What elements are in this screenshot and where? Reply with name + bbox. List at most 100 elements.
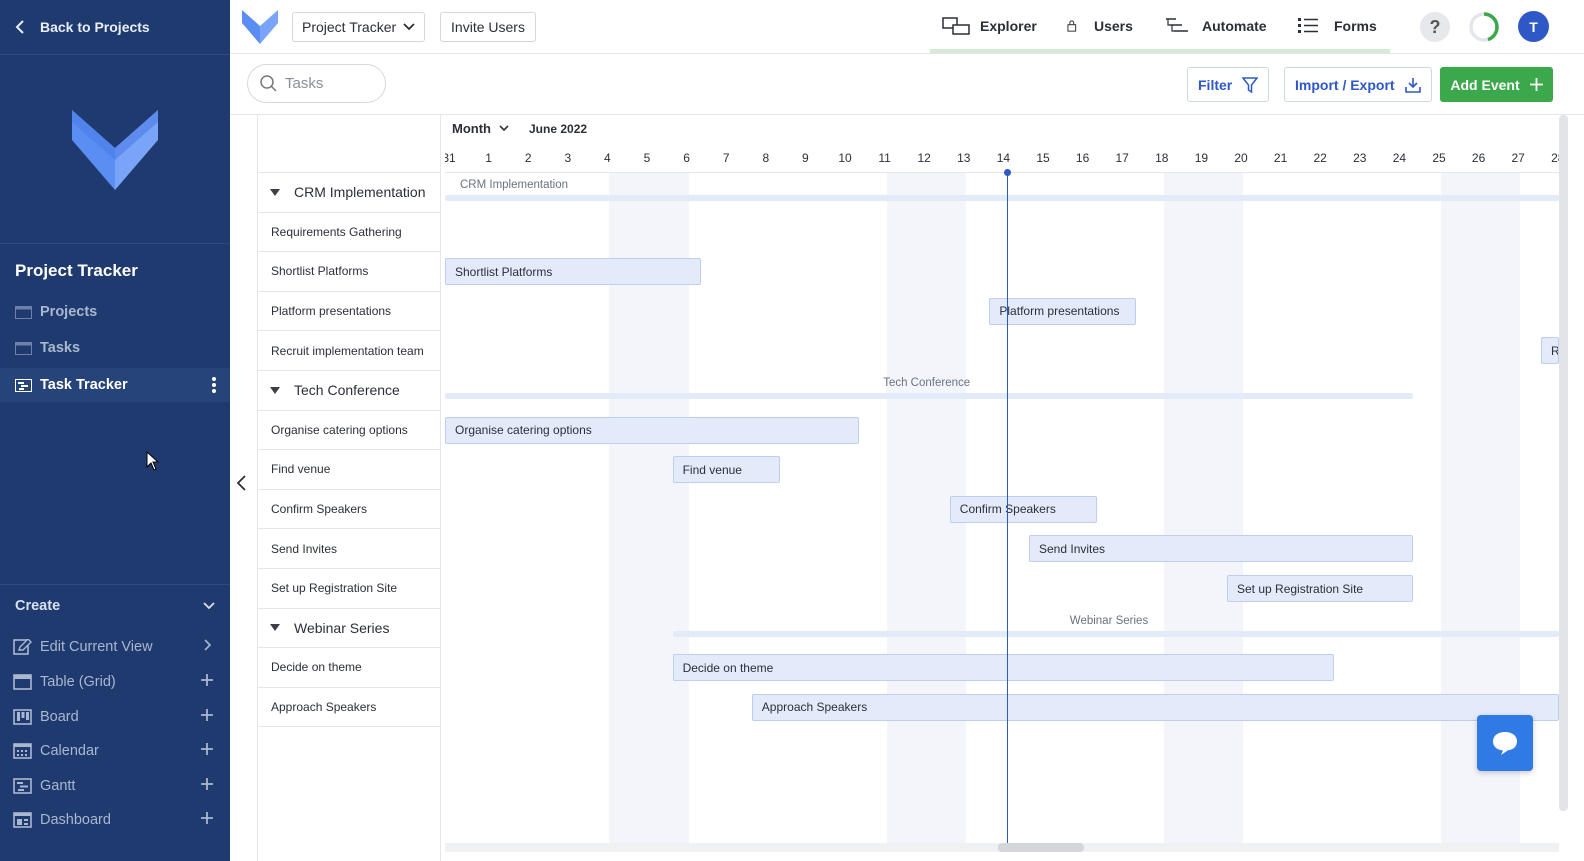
lock-icon (1067, 20, 1077, 32)
search-box[interactable] (247, 64, 386, 103)
search-icon (260, 75, 277, 92)
import-export-button[interactable]: Import / Export (1284, 67, 1432, 102)
task-row[interactable]: Platform presentations (258, 292, 440, 332)
task-row[interactable]: Recruit implementation team (258, 331, 440, 371)
app-logo (72, 110, 158, 190)
day-tick: 24 (1392, 151, 1407, 165)
task-bar-label: Shortlist Platforms (455, 264, 553, 279)
group-label: Webinar Series (294, 619, 390, 636)
plus-icon[interactable] (200, 811, 214, 825)
task-bar-send-invites[interactable]: Send Invites (1029, 535, 1414, 563)
filter-button[interactable]: Filter (1187, 67, 1270, 102)
horizontal-scrollbar[interactable] (445, 843, 1559, 852)
search-input[interactable] (285, 75, 375, 92)
group-span-bar[interactable] (445, 195, 1559, 201)
plus-icon (1529, 78, 1543, 91)
plus-icon[interactable] (200, 673, 214, 687)
create-board[interactable]: Board (0, 700, 230, 734)
nav-forms[interactable]: Forms (1296, 14, 1377, 38)
sidebar-item-projects[interactable]: Projects (0, 295, 230, 329)
project-select[interactable]: Project Tracker (292, 12, 425, 42)
gantt-icon (13, 778, 32, 794)
day-tick: 14 (996, 151, 1011, 165)
create-dashboard[interactable]: Dashboard (0, 803, 230, 837)
task-row[interactable]: Organise catering options (258, 411, 440, 451)
task-row[interactable]: Confirm Speakers (258, 490, 440, 530)
task-bar-approach-speakers[interactable]: Approach Speakers (751, 693, 1559, 721)
invite-users-button[interactable]: Invite Users (440, 12, 536, 42)
nav-underline (930, 49, 1390, 53)
group-row[interactable]: Tech Conference (258, 371, 440, 411)
group-span-bar[interactable] (672, 630, 1559, 637)
task-bar-organise-catering-options[interactable]: Organise catering options (445, 416, 859, 444)
task-bar-find-venue[interactable]: Find venue (672, 456, 780, 484)
task-bar-shortlist-platforms[interactable]: Shortlist Platforms (445, 258, 701, 286)
group-span-label: Webinar Series (1069, 614, 1149, 627)
task-row[interactable]: Set up Registration Site (258, 569, 440, 609)
scrollbar-thumb[interactable] (998, 843, 1084, 852)
sidebar-item-tasks[interactable]: Tasks (0, 331, 230, 365)
collapse-triangle-icon[interactable] (270, 624, 280, 632)
mouse-cursor-icon (146, 451, 160, 471)
view-mode-label: Month (452, 121, 491, 136)
task-row[interactable]: Approach Speakers (258, 688, 440, 728)
collapse-sidebar-chevron-icon[interactable] (234, 474, 250, 492)
create-item-label: Dashboard (40, 812, 111, 828)
help-button[interactable]: ? (1420, 12, 1450, 42)
task-row[interactable]: Requirements Gathering (258, 213, 440, 253)
app-logo[interactable] (242, 10, 278, 44)
back-to-projects-link[interactable]: Back to Projects (14, 14, 150, 40)
gantt-timeline-header: Month June 2022 31 1 2 3 4 5 6 7 8 9 10 11 12 13 14 15 1… (445, 115, 1559, 173)
user-avatar[interactable]: T (1518, 11, 1549, 42)
day-tick: 12 (917, 151, 931, 165)
progress-ring-icon (1469, 12, 1499, 42)
chat-button[interactable] (1477, 715, 1533, 771)
task-row[interactable]: Find venue (258, 450, 440, 490)
back-label: Back to Projects (40, 19, 150, 35)
day-tick: 8 (762, 151, 770, 165)
create-gantt[interactable]: Gantt (0, 769, 230, 803)
group-row[interactable]: Webinar Series (258, 609, 440, 649)
task-bar-decide-on-theme[interactable]: Decide on theme (672, 654, 1335, 682)
chevron-down-icon (403, 23, 415, 31)
task-bar-platform-presentations[interactable]: Platform presentations (989, 297, 1137, 325)
nav-explorer[interactable]: Explorer (942, 14, 1037, 38)
day-tick: 28 (1551, 151, 1559, 165)
vertical-scrollbar[interactable] (1559, 115, 1568, 811)
group-label: CRM Implementation (294, 184, 426, 201)
task-row[interactable]: Send Invites (258, 529, 440, 569)
plus-icon[interactable] (200, 708, 214, 722)
create-section-toggle[interactable]: Create (15, 598, 215, 614)
create-item-label: Board (40, 709, 79, 725)
task-row[interactable]: Shortlist Platforms (258, 252, 440, 292)
task-row[interactable]: Decide on theme (258, 648, 440, 688)
sidebar-item-label: Task Tracker (40, 377, 128, 393)
group-row[interactable]: CRM Implementation (258, 173, 440, 213)
task-bar-r[interactable]: R (1541, 337, 1559, 365)
task-bar-confirm-speakers[interactable]: Confirm Speakers (949, 495, 1097, 523)
day-tick: 17 (1115, 151, 1129, 165)
plus-icon[interactable] (200, 777, 214, 791)
task-bar-set-up-registration-site[interactable]: Set up Registration Site (1227, 575, 1414, 602)
task-label: Recruit implementation team (271, 343, 424, 358)
day-tick: 26 (1471, 151, 1486, 165)
create-table-grid[interactable]: Table (Grid) (0, 665, 230, 699)
create-item-label: Gantt (40, 778, 76, 794)
board-icon (13, 709, 32, 725)
app-window: Back to Projects Project Tracker Project… (0, 0, 1584, 861)
task-label: Shortlist Platforms (271, 264, 369, 279)
group-span-bar[interactable] (445, 393, 1414, 399)
plus-icon[interactable] (200, 742, 214, 756)
more-options-icon[interactable] (212, 377, 216, 393)
create-calendar[interactable]: Calendar (0, 734, 230, 768)
collapse-triangle-icon[interactable] (270, 188, 280, 196)
sidebar-item-task-tracker[interactable]: Task Tracker (0, 368, 230, 402)
view-mode-select[interactable]: Month (452, 121, 509, 136)
add-event-button[interactable]: Add Event (1440, 67, 1553, 102)
chevron-left-icon (15, 20, 24, 34)
nav-users[interactable]: Users (1066, 14, 1133, 38)
create-edit-current-view[interactable]: Edit Current View (0, 630, 230, 664)
collapse-triangle-icon[interactable] (270, 386, 280, 394)
nav-automate[interactable]: Automate (1164, 14, 1267, 38)
gantt-icon (15, 378, 32, 392)
